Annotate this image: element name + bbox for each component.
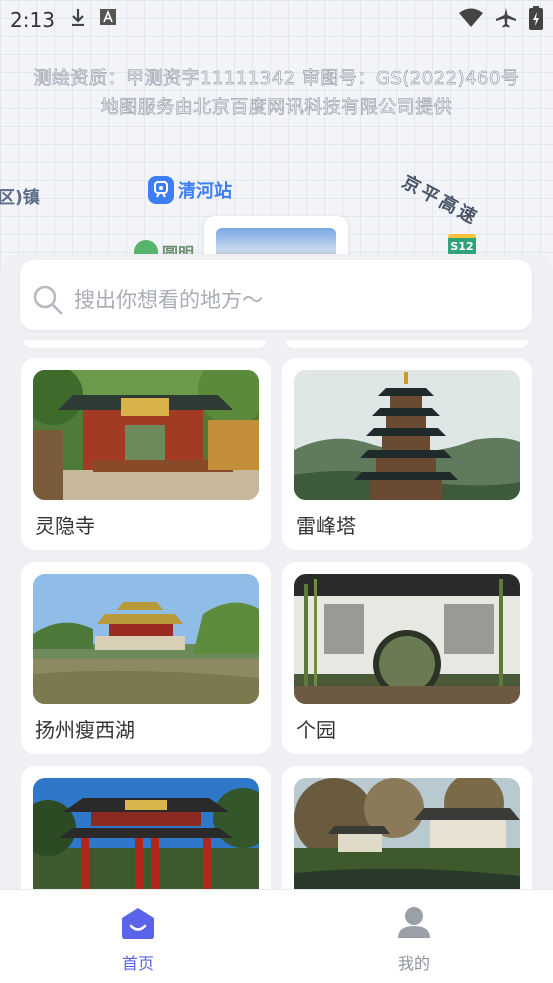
attraction-card[interactable]	[282, 766, 532, 894]
attraction-card[interactable]: 个园	[282, 562, 532, 754]
tab-mine-label: 我的	[397, 954, 430, 973]
tab-home-label: 首页	[121, 954, 154, 973]
attraction-card[interactable]	[21, 766, 271, 894]
attraction-card[interactable]: 扬州瘦西湖	[21, 562, 271, 754]
search-icon	[33, 285, 63, 315]
map-place-label: 区)镇	[0, 188, 40, 208]
attraction-name: 个园	[296, 718, 336, 742]
attractions-sheet[interactable]: 搜出你想看的地方～ 灵隐寺 雷峰塔 扬州瘦西湖 个园	[0, 254, 553, 894]
attraction-photo	[294, 778, 520, 894]
card-peek-left	[24, 340, 266, 348]
text-a-icon	[100, 9, 116, 25]
attraction-card[interactable]: 灵隐寺	[21, 358, 271, 550]
map-credit-license: 测绘资质：甲测资字11111342 审图号：GS(2022)460号	[33, 68, 520, 90]
map-credit-provider: 地图服务由北京百度网讯科技有限公司提供	[100, 97, 453, 119]
attraction-photo	[33, 574, 259, 704]
home-icon	[122, 908, 154, 939]
train-station-icon	[148, 176, 174, 204]
battery-icon	[529, 6, 543, 30]
tab-home[interactable]: 首页	[98, 906, 178, 974]
attraction-card[interactable]: 雷峰塔	[282, 358, 532, 550]
airplane-icon	[496, 8, 516, 28]
attraction-photo	[33, 778, 259, 894]
download-icon	[72, 9, 84, 26]
status-bar: 2:13	[0, 0, 553, 38]
search-input[interactable]: 搜出你想看的地方～	[20, 260, 532, 330]
attraction-name: 扬州瘦西湖	[35, 718, 135, 742]
tab-mine[interactable]: 我的	[374, 906, 454, 974]
highway-shield: S12	[448, 234, 476, 256]
attraction-name: 雷峰塔	[296, 514, 356, 538]
map-highway-label: 京平高速	[398, 171, 483, 230]
status-time: 2:13	[10, 8, 55, 32]
wifi-icon	[459, 8, 483, 27]
user-icon	[398, 907, 430, 938]
attraction-photo	[294, 574, 520, 704]
map-station-poi[interactable]: 清河站	[148, 176, 232, 204]
card-peek-right	[286, 340, 528, 348]
bottom-tab-bar: 首页 我的	[0, 890, 553, 983]
attraction-photo	[294, 370, 520, 500]
attraction-name: 灵隐寺	[35, 514, 95, 538]
search-placeholder: 搜出你想看的地方～	[74, 288, 263, 312]
attraction-photo	[33, 370, 259, 500]
station-name: 清河站	[178, 181, 232, 202]
